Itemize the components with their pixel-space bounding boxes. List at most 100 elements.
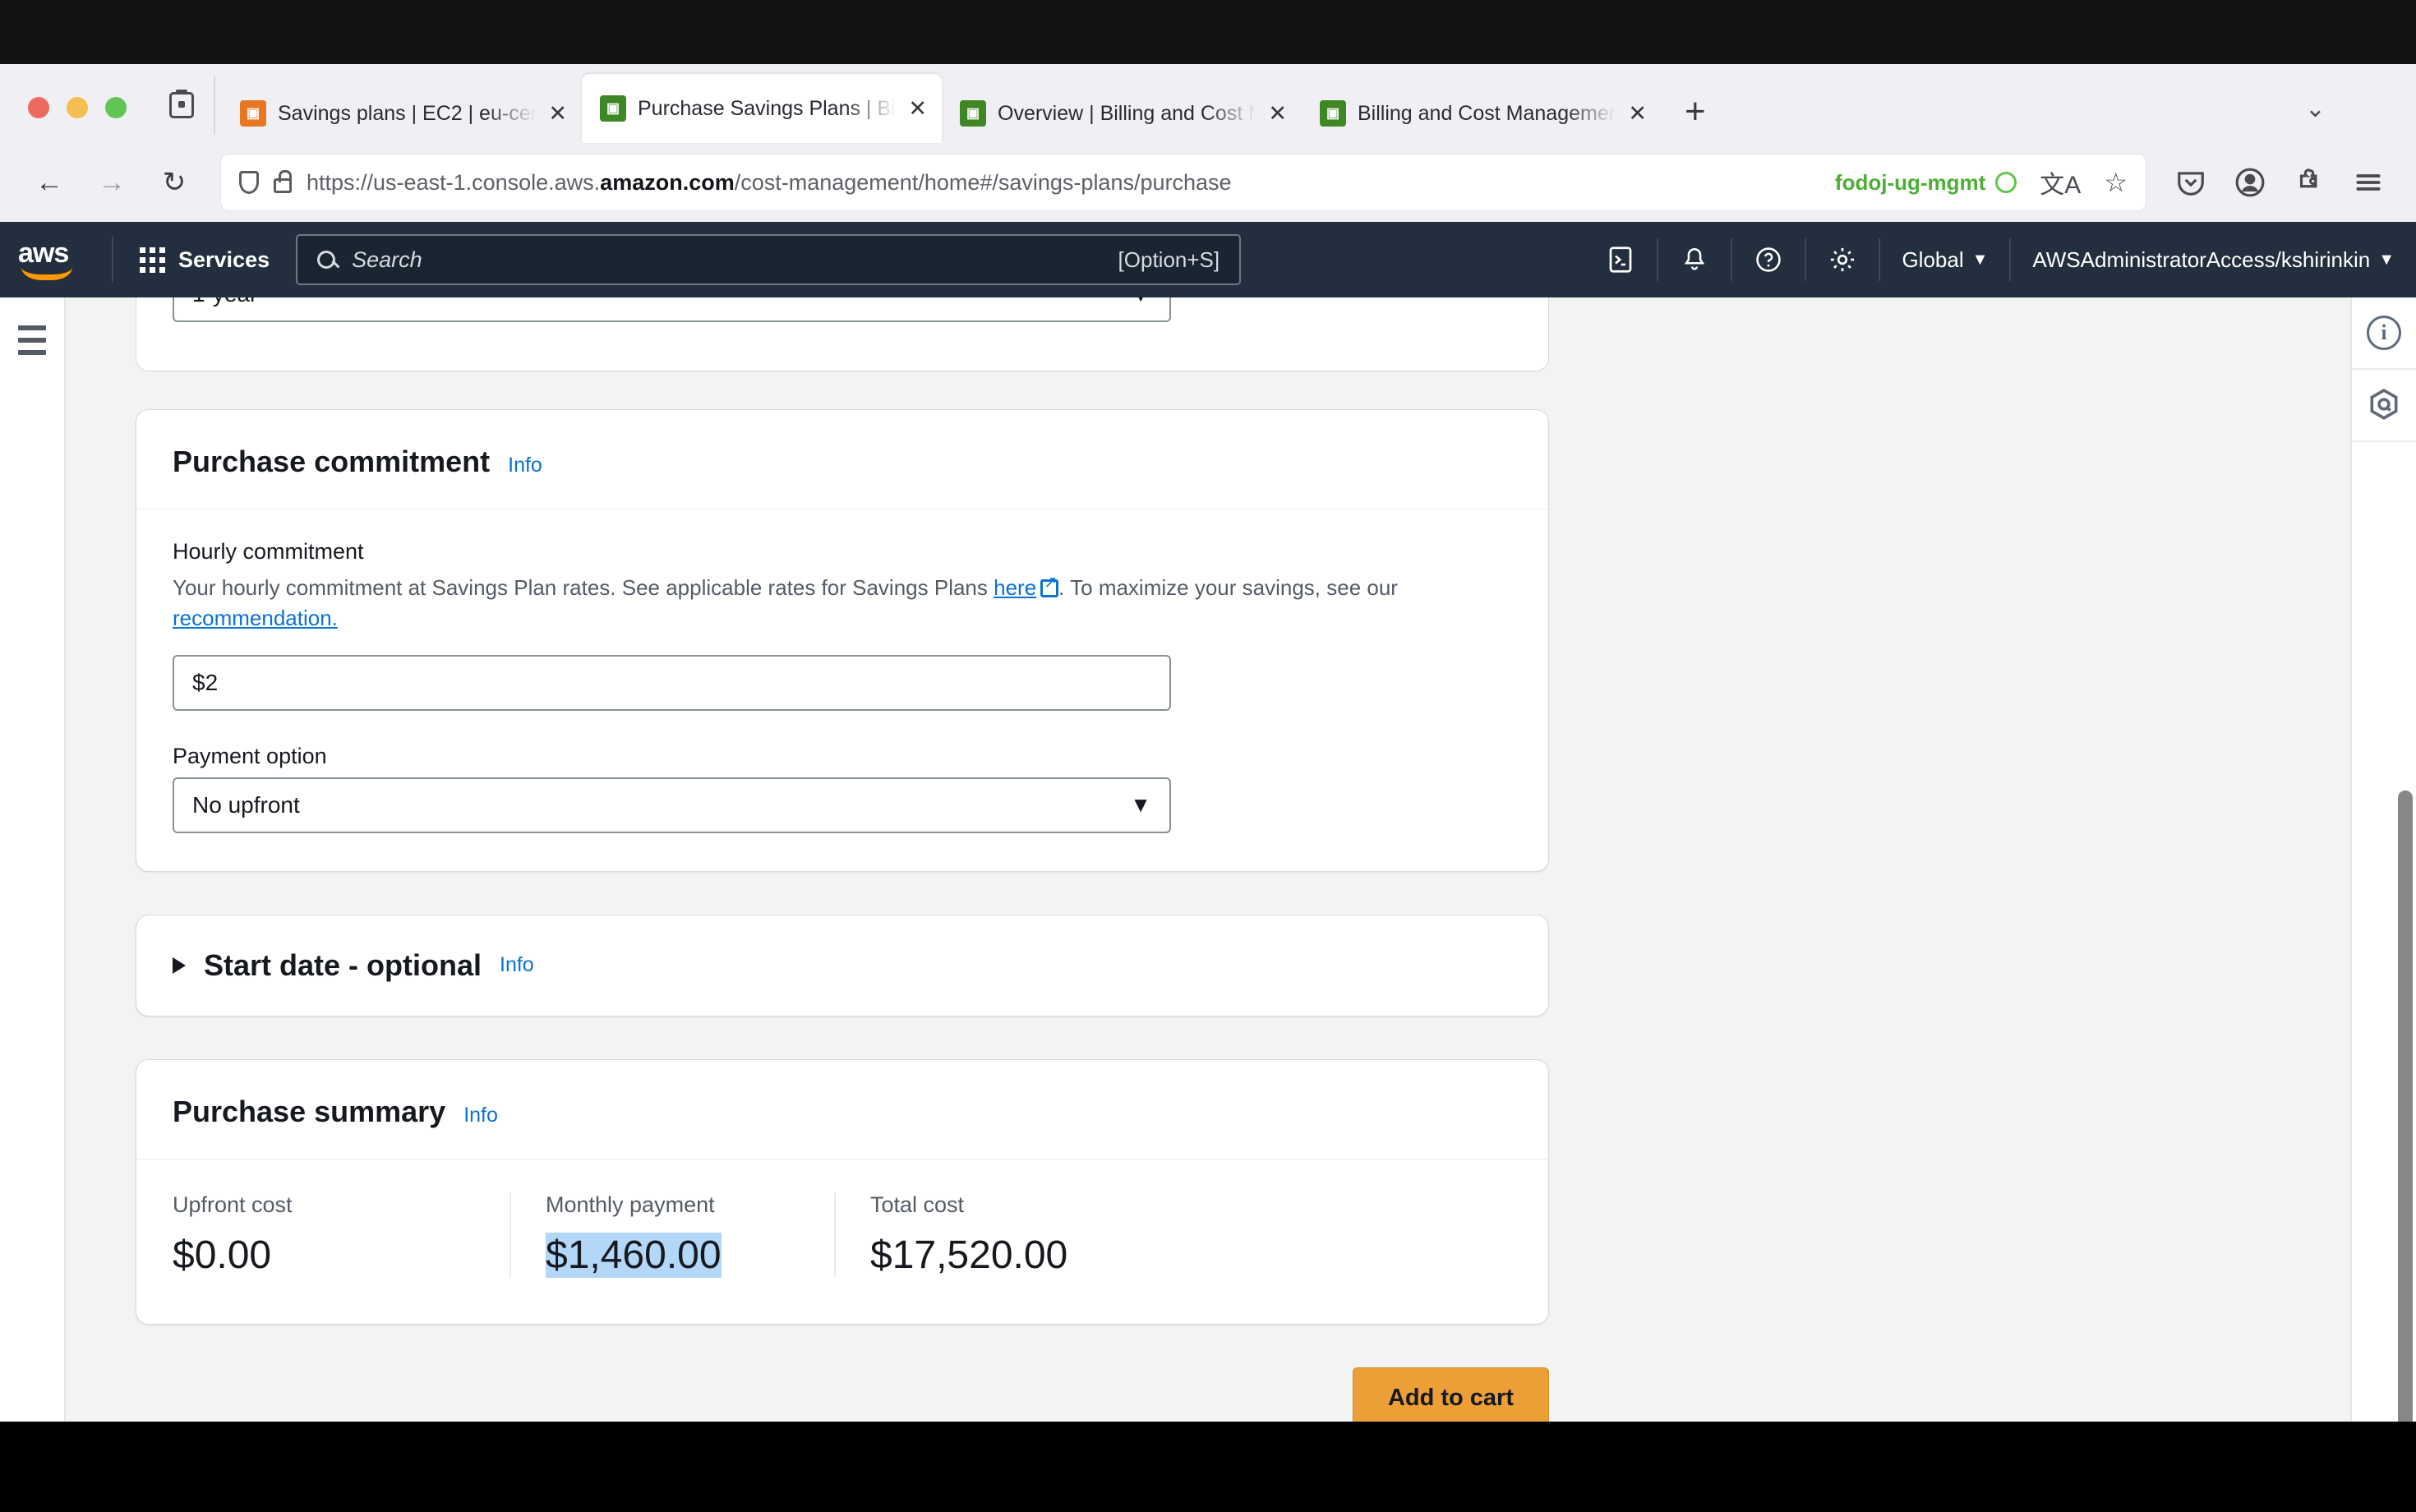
- summary-item-monthly-payment: Monthly payment $1,460.00: [509, 1192, 834, 1278]
- close-tab-button[interactable]: ✕: [1268, 101, 1287, 127]
- aws-logo-text: aws: [18, 237, 69, 269]
- summary-label: Upfront cost: [173, 1192, 293, 1217]
- term-select[interactable]: 1-year ▼: [173, 297, 1171, 322]
- add-to-cart-button[interactable]: Add to cart: [1352, 1367, 1549, 1429]
- notifications-bell-icon[interactable]: [1658, 222, 1731, 297]
- payment-option-select[interactable]: No upfront ▼: [173, 777, 1171, 833]
- search-shortcut-hint: [Option+S]: [1118, 247, 1220, 272]
- hourly-commitment-value: $2: [192, 669, 219, 695]
- url-text: https://us-east-1.console.aws.amazon.com…: [307, 170, 1820, 196]
- aws-search-input[interactable]: Search [Option+S]: [296, 234, 1242, 285]
- recommendation-link[interactable]: recommendation.: [173, 606, 338, 630]
- extensions-icon[interactable]: [2283, 156, 2335, 209]
- lock-icon[interactable]: [274, 169, 292, 193]
- close-tab-button[interactable]: ✕: [908, 96, 927, 122]
- cloudshell-icon[interactable]: [1584, 222, 1657, 297]
- browser-window: ▣ Savings plans | EC2 | eu-central ✕ ▣ P…: [0, 64, 2416, 1456]
- summary-item-total-cost: Total cost $17,520.00: [834, 1192, 1117, 1278]
- translate-icon[interactable]: 文A: [2031, 164, 2089, 201]
- tab-title: Purchase Savings Plans | Billing: [638, 96, 897, 120]
- purchase-commitment-body: Hourly commitment Your hourly commitment…: [136, 509, 1548, 871]
- term-select-value: 1-year: [192, 297, 257, 307]
- maximize-window-button[interactable]: [105, 97, 127, 118]
- purchase-summary-header: Purchase summary Info: [136, 1060, 1548, 1159]
- os-title-bar: [0, 0, 2416, 64]
- summary-value: $0.00: [173, 1233, 272, 1277]
- start-date-header[interactable]: Start date - optional Info: [136, 915, 1548, 1016]
- desc-part-2: . To maximize your savings, see our: [1058, 575, 1398, 600]
- new-tab-button[interactable]: +: [1662, 94, 1729, 143]
- tab-title: Savings plans | EC2 | eu-central: [278, 101, 537, 125]
- info-link[interactable]: Info: [500, 953, 534, 977]
- account-label: AWSAdministratorAccess/kshirinkin: [2032, 247, 2371, 272]
- app-menu-icon[interactable]: [2342, 156, 2395, 209]
- browser-tab-0[interactable]: ▣ Savings plans | EC2 | eu-central ✕: [222, 84, 582, 143]
- address-bar[interactable]: https://us-east-1.console.aws.amazon.com…: [220, 154, 2146, 211]
- close-tab-button[interactable]: ✕: [1628, 101, 1647, 127]
- services-menu-button[interactable]: Services: [125, 222, 284, 297]
- minimize-window-button[interactable]: [67, 97, 88, 118]
- billing-icon: ▣: [960, 100, 986, 127]
- gear-icon[interactable]: [1806, 222, 1879, 297]
- vertical-scrollbar[interactable]: [2398, 791, 2413, 1456]
- summary-value: $17,520.00: [870, 1233, 1068, 1277]
- start-date-card[interactable]: Start date - optional Info: [136, 914, 1549, 1016]
- chevron-down-icon[interactable]: ⌄: [2305, 94, 2326, 123]
- purchase-commitment-title: Purchase commitment: [173, 445, 491, 478]
- amazon-q-button[interactable]: [2351, 370, 2416, 442]
- form-container: 1-year ▼ Purchase commitment Info Hourly…: [136, 297, 1549, 1429]
- search-placeholder: Search: [352, 247, 422, 272]
- url-suffix: /cost-management/home#/savings-plans/pur…: [734, 169, 1232, 195]
- chevron-down-icon: ▼: [2378, 250, 2395, 269]
- window-controls[interactable]: [8, 97, 150, 143]
- close-tab-button[interactable]: ✕: [548, 101, 567, 127]
- purchase-summary-card: Purchase summary Info Upfront cost $0.00…: [136, 1058, 1549, 1325]
- chevron-right-icon[interactable]: [173, 957, 186, 974]
- reload-button[interactable]: ↻: [146, 154, 202, 210]
- chevron-down-icon: ▼: [1130, 297, 1151, 307]
- browser-tab-3[interactable]: ▣ Billing and Cost Management | C ✕: [1302, 84, 1662, 143]
- desc-part-1: Your hourly commitment at Savings Plan r…: [173, 575, 994, 600]
- region-selector[interactable]: Global ▼: [1880, 247, 2009, 273]
- info-link[interactable]: Info: [463, 1104, 498, 1127]
- form-actions: Add to cart: [136, 1367, 1549, 1429]
- divider: [112, 237, 113, 283]
- hourly-commitment-label: Hourly commitment: [173, 539, 364, 564]
- bookmark-icon[interactable]: ☆: [2104, 167, 2128, 198]
- rates-here-link[interactable]: here: [994, 575, 1036, 600]
- account-menu[interactable]: AWSAdministratorAccess/kshirinkin ▼: [2011, 247, 2416, 273]
- forward-button[interactable]: →: [84, 154, 140, 210]
- summary-item-upfront-cost: Upfront cost $0.00: [173, 1192, 509, 1278]
- tab-strip: ▣ Savings plans | EC2 | eu-central ✕ ▣ P…: [0, 64, 2416, 143]
- pocket-icon[interactable]: [2165, 156, 2217, 209]
- menu-toggle-button[interactable]: [18, 325, 46, 355]
- left-navigation-rail: [0, 297, 66, 1446]
- external-link-icon: [1040, 574, 1059, 597]
- summary-label: Total cost: [870, 1192, 965, 1217]
- payment-option-value: No upfront: [192, 791, 300, 818]
- purchase-commitment-header: Purchase commitment Info: [136, 410, 1548, 509]
- url-prefix: https://us-east-1.console.aws.: [307, 169, 601, 195]
- help-icon[interactable]: [1732, 222, 1805, 297]
- firefox-view-button[interactable]: [150, 76, 215, 135]
- tab-title: Billing and Cost Management | C: [1358, 101, 1617, 125]
- browser-tab-2[interactable]: ▣ Overview | Billing and Cost Man ✕: [942, 84, 1302, 143]
- info-panel-button[interactable]: i: [2351, 297, 2416, 370]
- tab-title: Overview | Billing and Cost Man: [998, 101, 1256, 125]
- browser-tab-1[interactable]: ▣ Purchase Savings Plans | Billing ✕: [582, 74, 942, 143]
- hourly-commitment-input[interactable]: $2: [173, 654, 1171, 711]
- info-link[interactable]: Info: [508, 454, 542, 477]
- ec2-icon: ▣: [240, 100, 266, 127]
- back-button[interactable]: ←: [21, 154, 77, 210]
- start-date-title: Start date - optional: [204, 947, 482, 982]
- container-badge[interactable]: fodoj-ug-mgmt: [1835, 170, 2017, 196]
- account-icon[interactable]: [2224, 156, 2276, 209]
- close-window-button[interactable]: [28, 97, 49, 118]
- summary-value: $1,460.00: [546, 1232, 722, 1278]
- shield-icon[interactable]: [239, 171, 259, 194]
- aws-logo[interactable]: aws: [18, 237, 82, 280]
- hourly-commitment-description: Your hourly commitment at Savings Plan r…: [173, 573, 1413, 634]
- chevron-down-icon: ▼: [1130, 792, 1151, 818]
- os-bottom-bar: [0, 1422, 2416, 1512]
- term-card: 1-year ▼: [136, 297, 1549, 371]
